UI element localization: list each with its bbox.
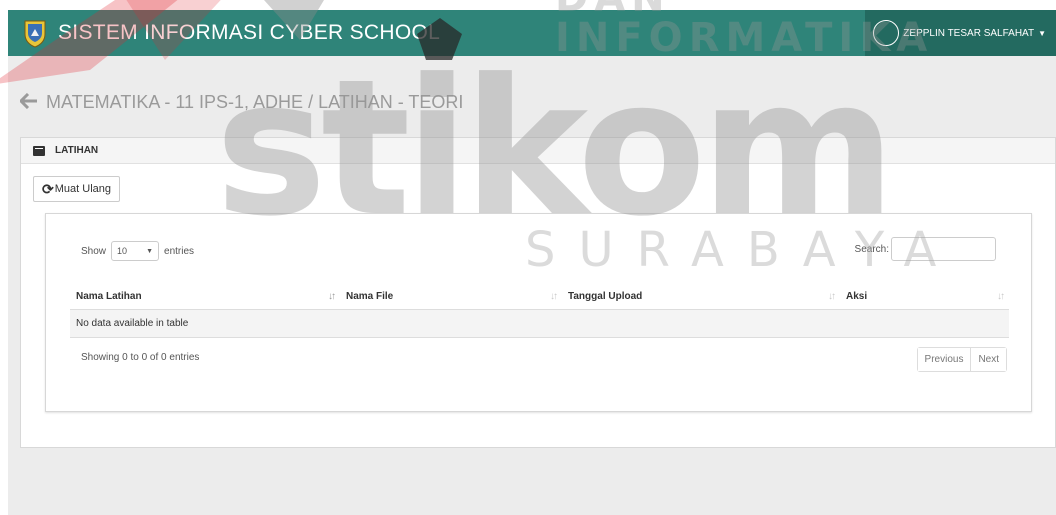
table-info: Showing 0 to 0 of 0 entries xyxy=(81,352,200,363)
avatar xyxy=(873,20,900,46)
book-icon xyxy=(33,145,45,156)
table-header-row: Nama Latihan ↓↑ Nama File ↓↑ Tanggal Upl… xyxy=(70,284,1009,310)
page-title: MATEMATIKA - 11 IPS-1, ADHE / LATIHAN - … xyxy=(46,92,464,112)
search-input[interactable] xyxy=(891,237,996,261)
breadcrumb: MATEMATIKA - 11 IPS-1, ADHE / LATIHAN - … xyxy=(18,92,464,113)
page-length-control: Show 10 ▼ entries xyxy=(81,241,194,261)
panel-title: LATIHAN xyxy=(55,145,99,156)
page-length-select[interactable]: 10 ▼ xyxy=(111,241,160,261)
chevron-down-icon: ▼ xyxy=(146,247,154,255)
search-control: Search: xyxy=(855,237,996,261)
table-row: No data available in table xyxy=(70,309,1009,338)
previous-button[interactable]: Previous xyxy=(917,348,971,371)
page-length-value: 10 xyxy=(117,246,128,256)
school-crest-icon[interactable] xyxy=(22,18,48,48)
reload-label: Muat Ulang xyxy=(54,183,111,195)
reload-button[interactable]: ⟳ Muat Ulang xyxy=(33,176,120,202)
arrow-left-icon[interactable] xyxy=(18,92,38,112)
entries-label: entries xyxy=(164,245,195,257)
next-button[interactable]: Next xyxy=(970,348,1006,371)
data-table: Nama Latihan ↓↑ Nama File ↓↑ Tanggal Upl… xyxy=(70,284,1009,338)
refresh-icon: ⟳ xyxy=(42,181,54,197)
sort-icon: ↓↑ xyxy=(997,291,1005,302)
caret-down-icon: ▼ xyxy=(1038,28,1046,38)
user-name: ZEPPLIN TESAR SALFAHAT xyxy=(903,27,1035,39)
column-header-nama-file[interactable]: Nama File ↓↑ xyxy=(340,284,562,310)
sort-icon: ↓↑ xyxy=(550,291,558,302)
search-label: Search: xyxy=(854,243,889,255)
top-navbar: SISTEM INFORMASI CYBER SCHOOL ZEPPLIN TE… xyxy=(8,10,1056,56)
column-header-tanggal-upload[interactable]: Tanggal Upload ↓↑ xyxy=(562,284,840,310)
panel-header: LATIHAN xyxy=(21,138,1055,164)
app-title[interactable]: SISTEM INFORMASI CYBER SCHOOL xyxy=(58,21,440,45)
sort-icon: ↓↑ xyxy=(828,291,836,302)
empty-message: No data available in table xyxy=(70,309,1009,338)
sort-asc-icon: ↓↑ xyxy=(328,291,336,302)
pagination: Previous Next xyxy=(916,347,1007,372)
latihan-panel: LATIHAN ⟳ Muat Ulang Show 10 ▼ entries S… xyxy=(20,137,1056,448)
datatable-container: Show 10 ▼ entries Search: Nama Latihan ↓… xyxy=(45,213,1032,412)
user-menu[interactable]: ZEPPLIN TESAR SALFAHAT ▼ xyxy=(865,10,1056,56)
column-header-nama-latihan[interactable]: Nama Latihan ↓↑ xyxy=(70,284,340,310)
column-header-aksi[interactable]: Aksi ↓↑ xyxy=(840,284,1009,310)
show-label: Show xyxy=(81,245,107,257)
